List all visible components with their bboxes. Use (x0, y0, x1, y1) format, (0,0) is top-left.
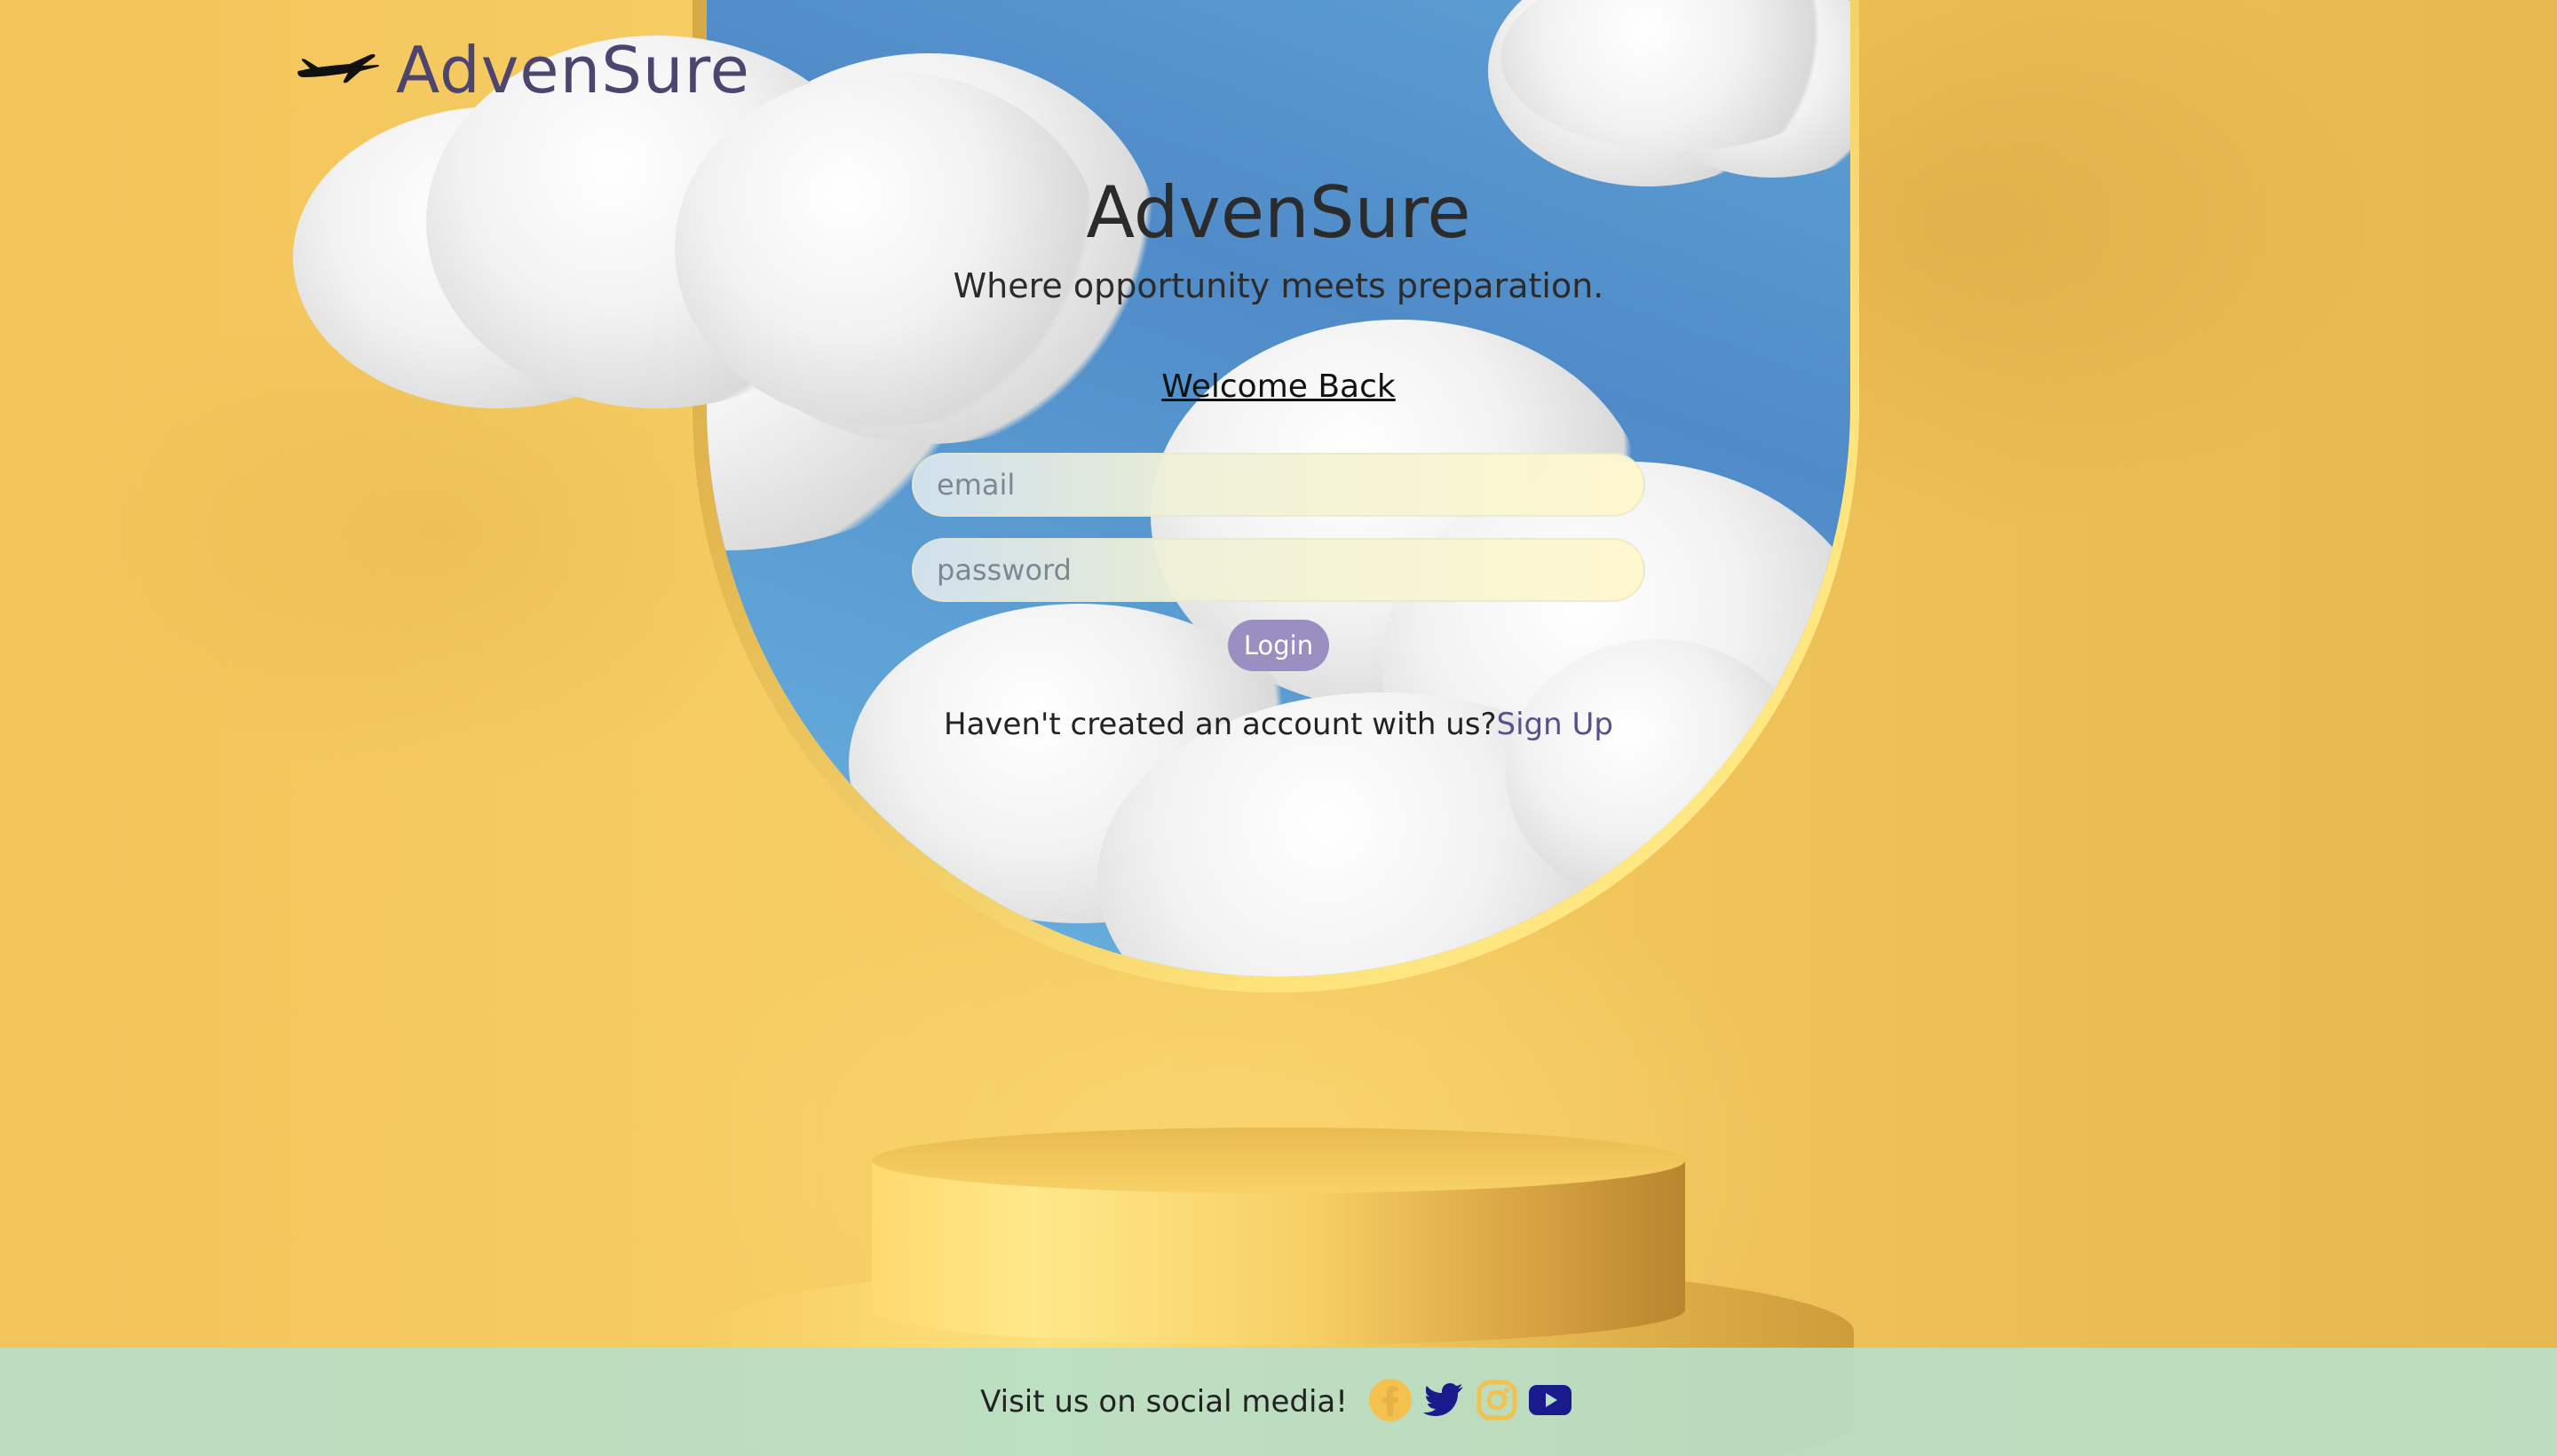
brand-name: AdvenSure (396, 33, 750, 107)
password-field[interactable] (912, 538, 1645, 602)
login-page: AdvenSure AdvenSure Where opportunity me… (0, 0, 2557, 1456)
signup-link[interactable]: Sign Up (1497, 707, 1613, 742)
pedestal-top-face (872, 1128, 1685, 1193)
footer-text: Visit us on social media! (980, 1384, 1348, 1420)
facebook-link[interactable] (1364, 1377, 1417, 1427)
welcome-heading: Welcome Back (1161, 368, 1396, 405)
airplane-icon (297, 53, 379, 83)
login-button[interactable]: Login (1227, 620, 1330, 671)
instagram-link[interactable] (1470, 1377, 1524, 1427)
login-panel: AdvenSure Where opportunity meets prepar… (790, 169, 1767, 744)
page-title: AdvenSure (1086, 171, 1471, 254)
email-field[interactable] (912, 453, 1645, 517)
tagline: Where opportunity meets preparation. (953, 266, 1604, 305)
twitter-icon (1422, 1383, 1463, 1416)
twitter-link[interactable] (1417, 1377, 1470, 1427)
footer: Visit us on social media! (0, 1348, 2557, 1456)
site-logo[interactable]: AdvenSure (295, 30, 750, 110)
signup-prompt: Haven't created an account with us? (944, 707, 1497, 742)
youtube-icon (1528, 1385, 1571, 1415)
youtube-link[interactable] (1524, 1377, 1577, 1427)
facebook-icon (1368, 1379, 1412, 1421)
instagram-icon (1476, 1380, 1517, 1420)
signup-prompt-row: Haven't created an account with us?Sign … (790, 705, 1767, 744)
